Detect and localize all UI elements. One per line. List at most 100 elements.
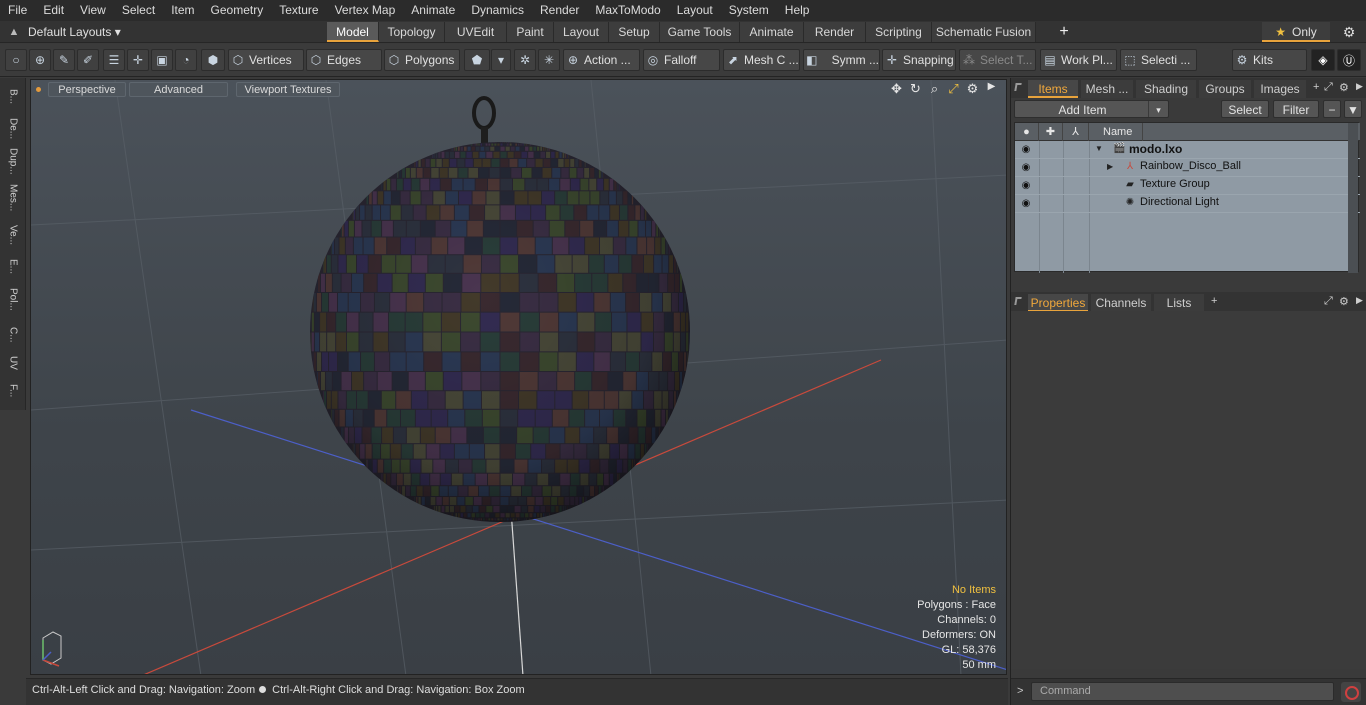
- tab-setup[interactable]: Setup: [609, 22, 660, 42]
- frame-button[interactable]: ▣: [151, 49, 173, 71]
- menu-maxtomodo[interactable]: MaxToModo: [587, 0, 668, 21]
- tab-topology[interactable]: Topology: [379, 22, 445, 42]
- menu-item[interactable]: Item: [163, 0, 202, 21]
- mode-dropdown-button[interactable]: ▾: [491, 49, 511, 71]
- panel-arrow-icon[interactable]: ▶: [1356, 81, 1363, 92]
- tab-schematic-fusion[interactable]: Schematic Fusion: [932, 22, 1036, 42]
- work-plane-button[interactable]: ▤ Work Pl...: [1040, 49, 1117, 71]
- add-panel-tab-icon[interactable]: +: [1211, 295, 1217, 307]
- strip-polygon[interactable]: Pol...: [3, 282, 23, 316]
- panel-expand-icon[interactable]: ⤢: [1324, 295, 1333, 308]
- edges-button[interactable]: ⬡ Edges: [306, 49, 382, 71]
- tab-uvedit[interactable]: UVEdit: [445, 22, 507, 42]
- tab-game-tools[interactable]: Game Tools: [660, 22, 740, 42]
- filter-button[interactable]: Filter: [1273, 100, 1319, 118]
- select-tool-button[interactable]: ⁂ Select T...: [959, 49, 1036, 71]
- panel-gear-icon[interactable]: ⚙: [1339, 295, 1349, 308]
- menu-view[interactable]: View: [72, 0, 114, 21]
- menu-render[interactable]: Render: [532, 0, 587, 21]
- tab-layout[interactable]: Layout: [554, 22, 609, 42]
- menu-help[interactable]: Help: [777, 0, 818, 21]
- tab-groups[interactable]: Groups: [1199, 80, 1251, 98]
- strip-basic[interactable]: B...: [3, 80, 23, 114]
- item-list-scrollbar[interactable]: [1348, 123, 1358, 273]
- item-row-scene[interactable]: ◉ ▼ 🎬 modo.lxo: [1015, 141, 1360, 159]
- tab-model[interactable]: Model: [327, 22, 379, 42]
- menu-select[interactable]: Select: [114, 0, 163, 21]
- strip-mesh-edit[interactable]: Mes...: [3, 181, 23, 215]
- tab-paint[interactable]: Paint: [507, 22, 554, 42]
- tab-channels[interactable]: Channels: [1091, 294, 1151, 312]
- command-arrow-icon[interactable]: >: [1017, 685, 1023, 697]
- snapping-button[interactable]: ✛ Snapping: [882, 49, 956, 71]
- strip-duplicate[interactable]: Dup...: [3, 144, 23, 178]
- rotate-icon[interactable]: ↻: [906, 81, 925, 97]
- panel-handle-icon[interactable]: [1014, 83, 1022, 91]
- material-mode-button[interactable]: ⬟: [464, 49, 490, 71]
- unreal-button[interactable]: Ⓤ: [1337, 49, 1361, 71]
- maximize-icon[interactable]: ⤢: [944, 81, 963, 97]
- panel-handle-icon[interactable]: [1014, 297, 1022, 305]
- menu-animate[interactable]: Animate: [403, 0, 463, 21]
- expand-down-icon[interactable]: ▼: [1095, 144, 1103, 153]
- center-button[interactable]: ✛: [127, 49, 149, 71]
- globe-button[interactable]: ⊕: [29, 49, 51, 71]
- add-panel-tab-icon[interactable]: +: [1313, 81, 1319, 93]
- circle-select-button[interactable]: ○: [5, 49, 27, 71]
- brush-button[interactable]: ✐: [77, 49, 99, 71]
- funnel-button[interactable]: ▼: [1344, 100, 1362, 118]
- pen-button[interactable]: ✎: [53, 49, 75, 71]
- command-input[interactable]: Command: [1031, 682, 1334, 701]
- polygons-button[interactable]: ⬡ Polygons: [384, 49, 460, 71]
- symmetry-button[interactable]: ◧ Symm ...: [803, 49, 880, 71]
- zoom-icon[interactable]: ⌕: [925, 81, 944, 97]
- panel-gear-icon[interactable]: ⚙: [1339, 81, 1349, 94]
- 3d-viewport[interactable]: Perspective Advanced Viewport Textures ✥…: [30, 79, 1007, 675]
- gear-icon[interactable]: ⚙: [1338, 21, 1360, 43]
- panel-expand-icon[interactable]: ⤢: [1324, 81, 1333, 94]
- action-center-button[interactable]: ⊕ Action ...: [563, 49, 640, 71]
- panel-arrow-icon[interactable]: ▶: [1356, 295, 1363, 306]
- falloff-button[interactable]: ◎ Falloff: [643, 49, 720, 71]
- record-macro-button[interactable]: [1341, 682, 1361, 702]
- collapse-up-icon[interactable]: ▲: [0, 26, 28, 38]
- align-button[interactable]: ☰: [103, 49, 125, 71]
- name-column-header[interactable]: Name: [1103, 123, 1143, 141]
- visibility-column-icon[interactable]: ●: [1015, 123, 1039, 141]
- viewport-menu-dot[interactable]: [36, 87, 41, 92]
- unity-button[interactable]: ◈: [1311, 49, 1335, 71]
- tab-items[interactable]: Items: [1028, 80, 1078, 98]
- viewport-gear-icon[interactable]: ⚙: [963, 81, 982, 97]
- component-b-button[interactable]: ✳: [538, 49, 560, 71]
- item-mode-button[interactable]: ⬢: [201, 49, 225, 71]
- tab-scripting[interactable]: Scripting: [866, 22, 932, 42]
- menu-geometry[interactable]: Geometry: [203, 0, 272, 21]
- selection-sets-button[interactable]: ⬚ Selecti ...: [1120, 49, 1197, 71]
- item-row-mesh[interactable]: ◉ ▶ ⅄ Rainbow_Disco_Ball: [1015, 159, 1360, 177]
- tab-mesh[interactable]: Mesh ...: [1081, 80, 1133, 98]
- lock-column-icon[interactable]: ✚: [1039, 123, 1063, 141]
- component-a-button[interactable]: ✲: [514, 49, 536, 71]
- strip-edge[interactable]: E...: [3, 250, 23, 284]
- menu-system[interactable]: System: [721, 0, 777, 21]
- strip-fusion[interactable]: F...: [3, 374, 23, 408]
- collapse-button[interactable]: −: [1323, 100, 1341, 118]
- menu-texture[interactable]: Texture: [271, 0, 326, 21]
- menu-dynamics[interactable]: Dynamics: [463, 0, 532, 21]
- strip-vertex[interactable]: Ve...: [3, 218, 23, 252]
- timer-button[interactable]: ◔: [175, 49, 197, 71]
- tab-lists[interactable]: Lists: [1154, 294, 1204, 312]
- kits-button[interactable]: ⚙ Kits: [1232, 49, 1307, 71]
- add-item-button[interactable]: Add Item ▾: [1014, 100, 1169, 118]
- eye-icon[interactable]: ◉: [1019, 162, 1033, 174]
- item-row-directional-light[interactable]: ◉ ✺ Directional Light: [1015, 195, 1360, 213]
- select-button[interactable]: Select: [1221, 100, 1269, 118]
- view-mode-button[interactable]: Perspective: [48, 82, 126, 97]
- menu-layout[interactable]: Layout: [669, 0, 721, 21]
- tab-shading[interactable]: Shading: [1136, 80, 1196, 98]
- strip-deform[interactable]: De...: [3, 112, 23, 146]
- pan-icon[interactable]: ✥: [887, 81, 906, 97]
- tab-render[interactable]: Render: [804, 22, 866, 42]
- eye-icon[interactable]: ◉: [1019, 198, 1033, 210]
- menu-file[interactable]: File: [0, 0, 35, 21]
